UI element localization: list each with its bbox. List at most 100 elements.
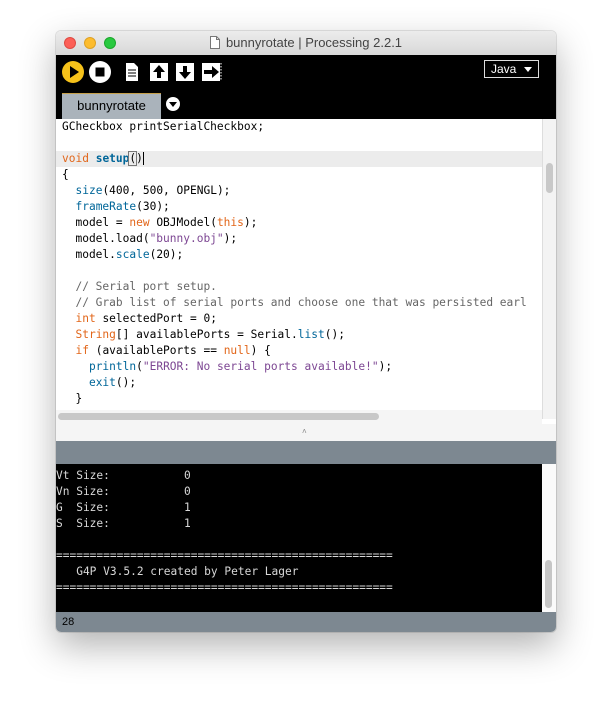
code-token: { <box>62 168 69 181</box>
console-line: Vt Size: 0 <box>56 469 191 482</box>
export-button[interactable] <box>200 60 224 84</box>
console-line: Vn Size: 0 <box>56 485 191 498</box>
code-token: if <box>75 344 89 357</box>
code-token: selectedPort = 0; <box>95 312 217 325</box>
code-token: "bunny.obj" <box>149 232 224 245</box>
code-token: ) <box>136 152 144 165</box>
window-title: bunnyrotate | Processing 2.2.1 <box>225 35 403 50</box>
code-token: (400, 500, OPENGL); <box>102 184 231 197</box>
new-file-icon <box>126 63 138 81</box>
tab-bar: bunnyrotate <box>56 89 556 119</box>
code-token: frameRate <box>75 200 137 213</box>
code-token: [] availablePorts = Serial. <box>115 328 298 341</box>
save-button[interactable] <box>174 60 196 84</box>
editor-vertical-scrollbar[interactable] <box>542 119 556 419</box>
code-line: // Serial port setup. <box>62 279 217 295</box>
code-token: String <box>75 328 116 341</box>
stop-button[interactable] <box>88 60 112 84</box>
code-token: OBJModel( <box>149 216 217 229</box>
divider-handle-icon[interactable]: ˄ <box>302 427 307 436</box>
document-icon <box>209 36 220 49</box>
code-line: model.load("bunny.obj"); <box>62 231 237 247</box>
console-line: ========================================… <box>56 581 393 594</box>
code-token: (30); <box>136 200 170 213</box>
code-token: scale <box>115 248 150 261</box>
code-token: this <box>216 216 244 229</box>
code-line: // Grab list of serial ports and choose … <box>62 295 527 311</box>
console[interactable]: Vt Size: 0 Vn Size: 0 G Size: 1 S Size: 1 ==… <box>56 464 556 612</box>
code-token: } <box>62 392 83 405</box>
stop-icon <box>95 67 105 77</box>
code-token: "ERROR: No serial ports available!" <box>142 360 379 373</box>
console-line: G4P V3.5.2 created by Peter Lager <box>56 565 299 578</box>
code-area[interactable]: GCheckbox printSerialCheckbox; void setup… <box>56 119 542 419</box>
code-token: setup <box>95 152 130 165</box>
code-token: // Grab list of serial ports and choose … <box>62 296 527 309</box>
tab-label: bunnyrotate <box>77 98 146 113</box>
editor-vertical-scroll-thumb[interactable] <box>546 163 553 193</box>
code-line: } <box>62 391 82 407</box>
code-line: if (availablePorts == null) { <box>62 343 271 359</box>
processing-window: bunnyrotate | Processing 2.2.1 Java bunn… <box>56 31 556 632</box>
code-token: ) { <box>250 344 271 357</box>
code-line: GCheckbox printSerialCheckbox; <box>62 119 264 135</box>
editor-horizontal-scrollbar[interactable] <box>56 410 542 424</box>
code-token: new <box>129 216 150 229</box>
code-editor[interactable]: GCheckbox printSerialCheckbox; void setup… <box>56 119 556 441</box>
code-line: println("ERROR: No serial ports availabl… <box>62 359 392 375</box>
footer-status-bar: 28 <box>56 612 556 632</box>
title-bar[interactable]: bunnyrotate | Processing 2.2.1 <box>56 31 556 56</box>
code-token: model. <box>62 248 116 261</box>
code-line: model.scale(20); <box>62 247 183 263</box>
chevron-down-icon <box>169 102 177 107</box>
console-line: S Size: 1 <box>56 517 191 530</box>
code-token: (availablePorts == <box>88 344 224 357</box>
code-token: (); <box>115 376 137 389</box>
console-vertical-scrollbar[interactable] <box>542 464 556 612</box>
code-line: frameRate(30); <box>62 199 170 215</box>
pane-divider[interactable]: ˄ <box>56 424 556 441</box>
code-token: model.load( <box>62 232 150 245</box>
code-line: { <box>62 167 69 183</box>
window-title-container: bunnyrotate | Processing 2.2.1 <box>56 31 556 55</box>
console-scroll-thumb[interactable] <box>545 560 552 608</box>
tab-bunnyrotate[interactable]: bunnyrotate <box>62 93 161 119</box>
editor-horizontal-scroll-thumb[interactable] <box>58 413 379 420</box>
code-token: ); <box>223 232 238 245</box>
code-token: GCheckbox printSerialCheckbox; <box>62 120 265 133</box>
line-number: 28 <box>62 616 75 628</box>
code-line: String[] availablePorts = Serial.list(); <box>62 327 345 343</box>
chevron-down-icon <box>524 67 532 72</box>
tab-menu-button[interactable] <box>166 97 180 111</box>
code-token: ( <box>136 360 143 373</box>
run-button[interactable] <box>61 60 85 84</box>
code-token: size <box>75 184 103 197</box>
code-token: ); <box>243 216 258 229</box>
code-token: // Serial port setup. <box>62 280 217 293</box>
console-line: G Size: 1 <box>56 501 191 514</box>
code-line: int selectedPort = 0; <box>62 311 217 327</box>
mode-selector[interactable]: Java <box>484 60 539 78</box>
mode-label: Java <box>491 62 517 76</box>
code-token: ); <box>378 360 393 373</box>
new-button[interactable] <box>122 60 142 84</box>
code-token: println <box>88 360 137 373</box>
code-token: (20); <box>149 248 184 261</box>
code-token: (); <box>324 328 345 341</box>
code-line: void setup() <box>62 151 144 167</box>
console-line: ========================================… <box>56 549 393 562</box>
toolbar: Java <box>56 55 556 89</box>
code-token: list <box>297 328 325 341</box>
code-token: null <box>223 344 251 357</box>
open-button[interactable] <box>148 60 170 84</box>
code-line: model = new OBJModel(this); <box>62 215 257 231</box>
code-token: void <box>62 152 89 165</box>
code-line: size(400, 500, OPENGL); <box>62 183 230 199</box>
